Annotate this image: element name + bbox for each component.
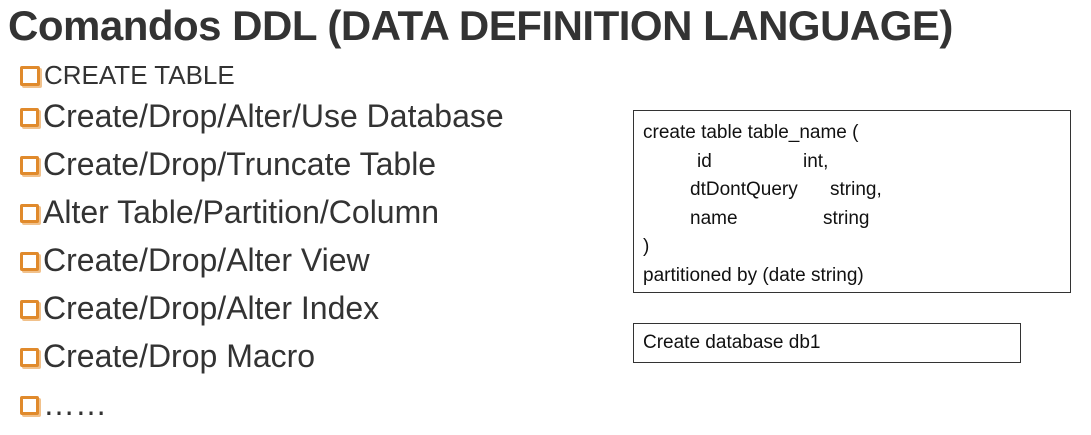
- code-text: partitioned by (date string): [643, 264, 864, 286]
- list-item-label: CREATE TABLE: [44, 59, 235, 90]
- checkbox-square-icon: [20, 347, 39, 367]
- list-item-label: Create/Drop/Alter/Use Database: [43, 97, 504, 134]
- code-text: Create database db1: [643, 332, 821, 353]
- list-item: CREATE TABLE: [20, 58, 504, 92]
- list-item: Create/Drop/Alter/Use Database: [20, 92, 504, 140]
- list-item-label: Create/Drop/Alter Index: [43, 289, 380, 326]
- column-type: string,: [830, 179, 882, 200]
- create-database-box: Create database db1: [633, 323, 1021, 363]
- checkbox-square-icon: [20, 155, 39, 175]
- checkbox-square-icon: [20, 203, 39, 223]
- list-item: Create/Drop/Alter View: [20, 236, 504, 284]
- list-item-label: Create/Drop/Truncate Table: [43, 145, 437, 182]
- code-line: dtDontQuery string,: [643, 176, 1061, 205]
- column-type: string: [823, 207, 870, 229]
- code-line: id int,: [643, 148, 1061, 177]
- list-item: Create/Drop/Alter Index: [20, 284, 504, 332]
- list-item-label: ……: [43, 385, 107, 422]
- checkbox-square-icon: [20, 66, 40, 86]
- code-line: create table table_name (: [643, 119, 1061, 148]
- list-item-label: Alter Table/Partition/Column: [43, 193, 440, 230]
- list-item: Create/Drop/Truncate Table: [20, 140, 504, 188]
- list-item: Create/Drop Macro: [20, 332, 504, 380]
- ddl-command-list: CREATE TABLE Create/Drop/Alter/Use Datab…: [20, 58, 504, 428]
- create-table-code-box: create table table_name ( id int, dtDont…: [633, 110, 1071, 293]
- column-type: int,: [803, 150, 829, 172]
- code-text: create table table_name (: [643, 122, 859, 143]
- checkbox-square-icon: [20, 299, 39, 319]
- page-title: Comandos DDL (DATA DEFINITION LANGUAGE): [8, 2, 953, 49]
- code-line: partitioned by (date string): [643, 262, 1061, 291]
- code-text: ): [643, 236, 650, 257]
- checkbox-square-icon: [20, 107, 39, 127]
- list-item: Alter Table/Partition/Column: [20, 188, 504, 236]
- column-name: dtDontQuery: [690, 179, 798, 200]
- list-item-label: Create/Drop Macro: [43, 337, 316, 374]
- list-item: ……: [20, 380, 504, 428]
- list-item-label: Create/Drop/Alter View: [43, 241, 370, 278]
- column-name: id: [697, 150, 712, 172]
- code-line: ): [643, 233, 1061, 262]
- code-line: name string: [643, 205, 1061, 234]
- column-name: name: [690, 207, 738, 229]
- checkbox-square-icon: [20, 395, 39, 415]
- checkbox-square-icon: [20, 251, 39, 271]
